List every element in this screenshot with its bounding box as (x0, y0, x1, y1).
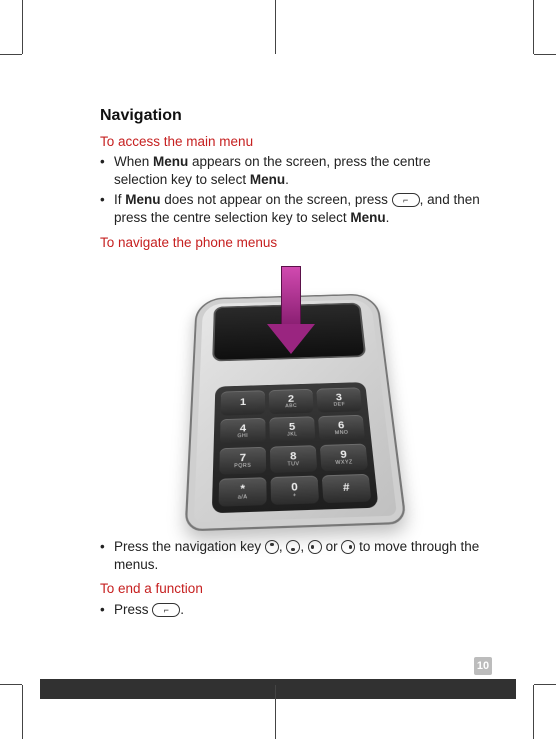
keypad-key: 2ABC (268, 389, 313, 414)
keypad-key: 7PQRS (219, 447, 266, 475)
text-bold: Menu (125, 192, 160, 207)
page-content: Navigation To access the main menu When … (100, 105, 481, 625)
crop-mark (0, 684, 22, 685)
phone-keypad: 12ABC3DEF 4GHI5JKL6MNO 7PQRS8TUV9WXYZ *a/A0… (211, 382, 378, 513)
footer-bar (40, 679, 516, 699)
subheading-end: To end a function (100, 580, 481, 598)
text: , (300, 539, 308, 554)
keypad-key: 5JKL (269, 416, 315, 443)
crop-mark (22, 0, 23, 54)
down-arrow-icon (267, 266, 315, 356)
list-item: Press ⌐. (100, 601, 481, 619)
bullet-list-access: When Menu appears on the screen, press t… (100, 153, 481, 228)
crop-mark (534, 54, 556, 55)
crop-mark (22, 685, 23, 739)
text: . (386, 210, 390, 225)
bullet-list-end: Press ⌐. (100, 601, 481, 619)
text: Press (114, 602, 152, 617)
keypad-key: *a/A (218, 477, 266, 506)
crop-mark (0, 54, 22, 55)
list-item: When Menu appears on the screen, press t… (100, 153, 481, 189)
keypad-key: 6MNO (318, 415, 365, 441)
text: . (180, 602, 184, 617)
keypad-key: 3DEF (316, 387, 362, 412)
keypad-key: # (321, 474, 371, 503)
text: When (114, 154, 153, 169)
bullet-list-navigate: Press the navigation key , , or to move … (100, 538, 481, 574)
keypad-key: 1 (220, 390, 265, 415)
text: , (279, 539, 287, 554)
text: or (322, 539, 342, 554)
keypad-key: 4GHI (219, 418, 265, 445)
page-number: 10 (474, 657, 492, 675)
text: does not appear on the screen, press (161, 192, 392, 207)
crop-mark (275, 685, 276, 739)
phone-illustration: 12ABC3DEF 4GHI5JKL6MNO 7PQRS8TUV9WXYZ *a/A0… (171, 270, 411, 530)
text: . (285, 172, 289, 187)
nav-left-icon (308, 540, 322, 554)
subheading-access: To access the main menu (100, 133, 481, 151)
keypad-key: 0+ (270, 475, 319, 504)
hangup-key-icon: ⌐ (152, 603, 180, 617)
crop-mark (533, 0, 534, 54)
keypad-key: 8TUV (269, 445, 316, 473)
text: If (114, 192, 125, 207)
list-item: Press the navigation key , , or to move … (100, 538, 481, 574)
crop-mark (534, 684, 556, 685)
subheading-navigate: To navigate the phone menus (100, 234, 481, 252)
text-bold: Menu (350, 210, 385, 225)
nav-down-icon (286, 540, 300, 554)
nav-right-icon (341, 540, 355, 554)
crop-mark (275, 0, 276, 54)
crop-mark (533, 685, 534, 739)
text: Press the navigation key (114, 539, 265, 554)
text-bold: Menu (153, 154, 188, 169)
hangup-key-icon: ⌐ (392, 193, 420, 207)
page-title: Navigation (100, 105, 481, 127)
nav-up-icon (265, 540, 279, 554)
text-bold: Menu (250, 172, 285, 187)
list-item: If Menu does not appear on the screen, p… (100, 191, 481, 227)
keypad-key: 9WXYZ (319, 443, 367, 471)
